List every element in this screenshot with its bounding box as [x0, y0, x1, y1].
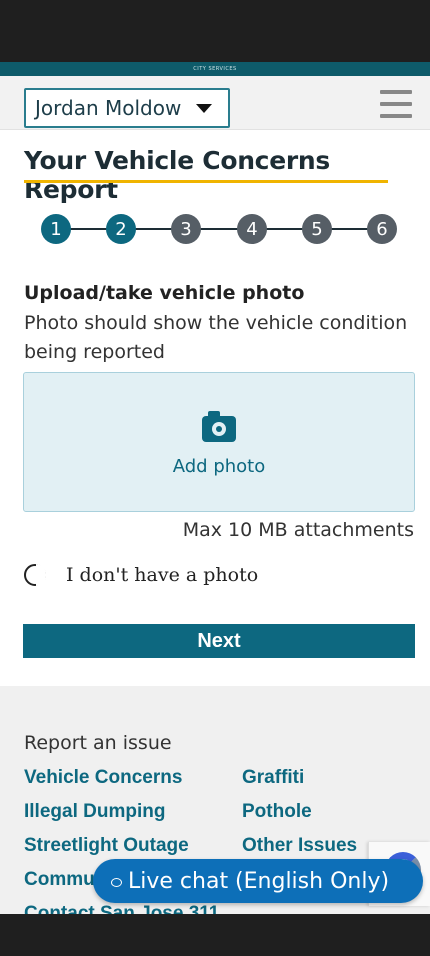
footer-link-vehicle-concerns[interactable]: Vehicle Concerns [24, 767, 182, 789]
live-chat-label: Live chat (English Only) [128, 868, 390, 894]
step-1: 1 [41, 214, 71, 244]
caret-down-icon [196, 104, 212, 113]
no-photo-label: I don't have a photo [66, 564, 259, 586]
app-header: Jordan Moldow [0, 76, 430, 130]
footer-heading: Report an issue [24, 732, 172, 754]
next-button[interactable]: Next [23, 624, 415, 658]
status-bar [0, 0, 430, 62]
footer-link-illegal-dumping[interactable]: Illegal Dumping [24, 801, 165, 823]
step-5: 5 [302, 214, 332, 244]
user-select[interactable]: Jordan Moldow [24, 88, 230, 128]
footer-link-pothole[interactable]: Pothole [242, 801, 312, 823]
chat-bubble-icon [111, 878, 122, 887]
no-photo-option[interactable]: I don't have a photo [24, 564, 258, 586]
no-photo-radio[interactable] [24, 564, 46, 586]
user-name: Jordan Moldow [35, 96, 182, 120]
live-chat-button[interactable]: Live chat (English Only) [93, 859, 423, 903]
upload-description: Photo should show the vehicle condition … [24, 312, 408, 363]
navigation-bar [0, 914, 430, 956]
brand-bar: CITY SERVICES [0, 62, 430, 76]
stepper-line [56, 228, 382, 230]
footer-link-other-issues[interactable]: Other Issues [242, 835, 357, 857]
brand-text: CITY SERVICES [193, 66, 237, 72]
add-photo-label: Add photo [172, 455, 266, 477]
page-title: Your Vehicle Concerns Report [24, 146, 330, 204]
upload-heading: Upload/take vehicle photo [24, 282, 305, 304]
footer-link-contact-311[interactable]: Contact San Jose 311 [24, 903, 219, 914]
add-photo-dropzone[interactable]: Add photo [23, 372, 415, 512]
footer-link-community[interactable]: Commu [24, 869, 95, 891]
step-4: 4 [237, 214, 267, 244]
step-3: 3 [171, 214, 201, 244]
progress-stepper: 1 2 3 4 5 6 [41, 214, 397, 244]
camera-icon [202, 410, 236, 442]
footer-link-streetlight-outage[interactable]: Streetlight Outage [24, 835, 189, 857]
hamburger-menu-icon[interactable] [380, 90, 412, 118]
title-underline [24, 180, 388, 183]
footer-link-graffiti[interactable]: Graffiti [242, 767, 304, 789]
max-size-note: Max 10 MB attachments [182, 519, 414, 541]
step-6: 6 [367, 214, 397, 244]
step-2: 2 [106, 214, 136, 244]
